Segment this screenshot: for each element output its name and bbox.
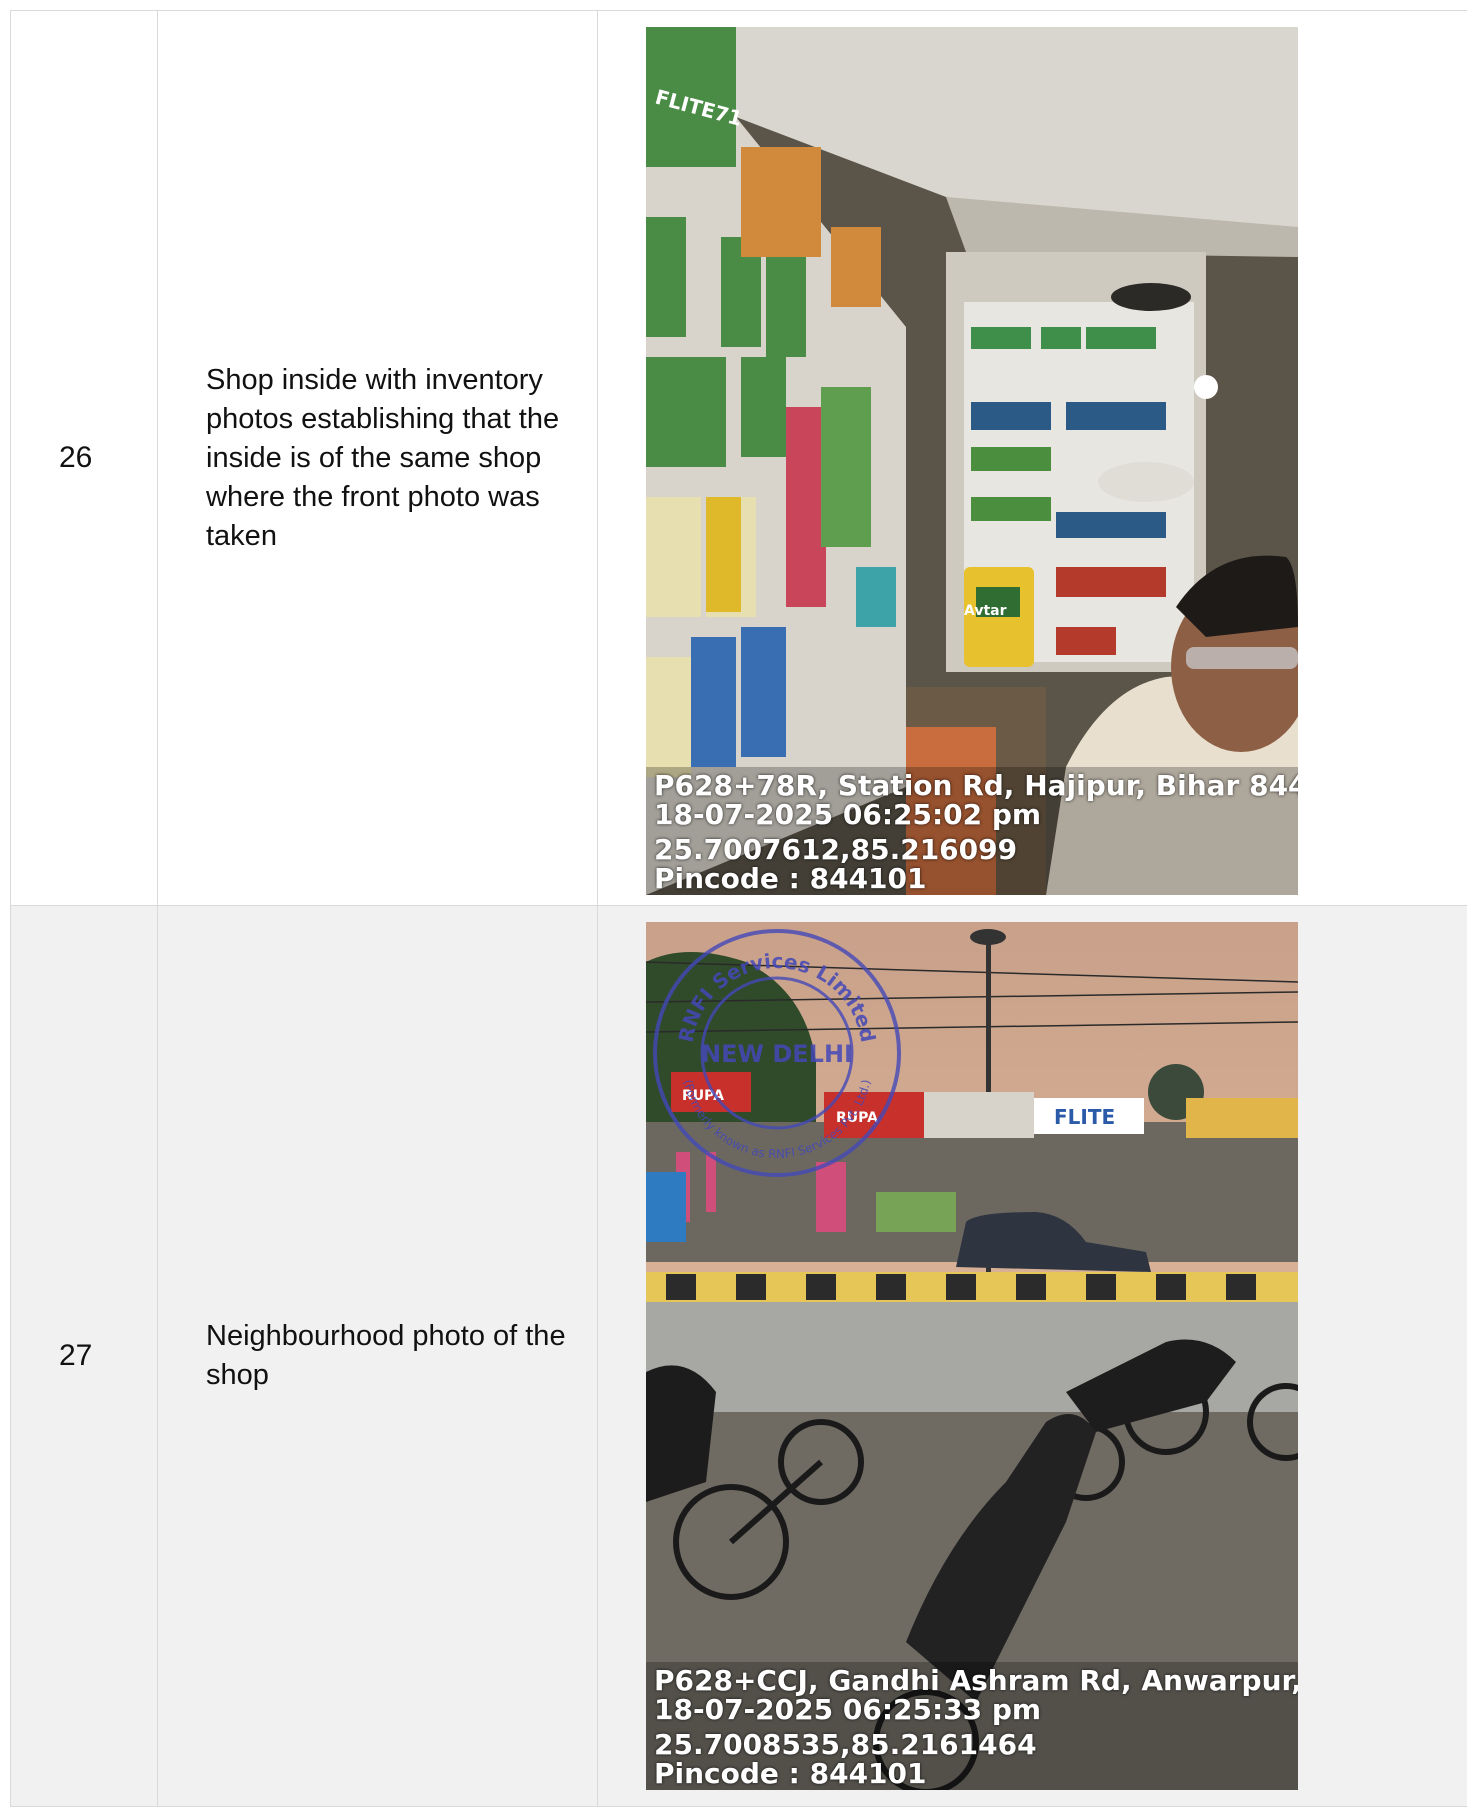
geotag-datetime: 18-07-2025 06:25:02 pm — [654, 798, 1042, 831]
seal-center-text: NEW DELHI — [701, 1040, 853, 1068]
shop-sign: FLITE — [1054, 1105, 1115, 1129]
table-row: 27 Neighbourhood photo of the shop RUPA … — [10, 906, 1467, 1807]
product-label: Avtar — [964, 603, 1007, 619]
row-number-cell: 26 — [10, 11, 157, 905]
description-cell: Shop inside with inventory photos establ… — [157, 11, 597, 905]
table-row: 26 Shop inside with inventory photos est… — [10, 11, 1467, 906]
description-cell: Neighbourhood photo of the shop — [157, 906, 597, 1806]
company-seal-stamp: RNFI Services Limited NEW DELHI (Formerl… — [653, 929, 901, 1177]
photo-cell: RUPA RUPA FLITE RNFI Services Limited NE… — [597, 906, 1467, 1806]
box-label: FLITE71 — [653, 85, 745, 131]
geotag-pincode: Pincode : 844101 — [654, 1757, 927, 1790]
geotag-caption: P628+78R, Station Rd, Hajipur, Bihar 844… — [654, 771, 1298, 893]
row-description: Shop inside with inventory photos establ… — [206, 363, 560, 552]
row-number-cell: 27 — [10, 906, 157, 1806]
neighbourhood-photo: RUPA RUPA FLITE RNFI Services Limited NE… — [646, 922, 1298, 1790]
photo-cell: FLITE71 Avtar P628+78R, Station Rd, Haji… — [597, 11, 1467, 905]
row-number: 26 — [59, 441, 93, 474]
svg-text:(Formerly known as RNFI Servic: (Formerly known as RNFI Services Pvt. Lt… — [681, 1078, 874, 1161]
shop-inside-photo: FLITE71 Avtar P628+78R, Station Rd, Haji… — [646, 27, 1298, 895]
geotag-pincode: Pincode : 844101 — [654, 862, 927, 895]
row-description: Neighbourhood photo of the shop — [206, 1320, 566, 1391]
geotag-coordinates: 25.7008535,85.2161464 — [654, 1728, 1037, 1761]
row-number: 27 — [59, 1339, 93, 1372]
geotag-caption: P628+CCJ, Gandhi Ashram Rd, Anwarpur, Ha… — [654, 1666, 1298, 1788]
geotag-datetime: 18-07-2025 06:25:33 pm — [654, 1693, 1042, 1726]
geotag-address: P628+78R, Station Rd, Hajipur, Bihar 844… — [654, 769, 1298, 802]
seal-bottom-text: (Formerly known as RNFI Services Pvt. Lt… — [681, 1078, 874, 1161]
report-table: 26 Shop inside with inventory photos est… — [10, 10, 1467, 1807]
geotag-address: P628+CCJ, Gandhi Ashram Rd, Anwarpur, Ha — [654, 1664, 1298, 1697]
geotag-coordinates: 25.7007612,85.216099 — [654, 833, 1018, 866]
